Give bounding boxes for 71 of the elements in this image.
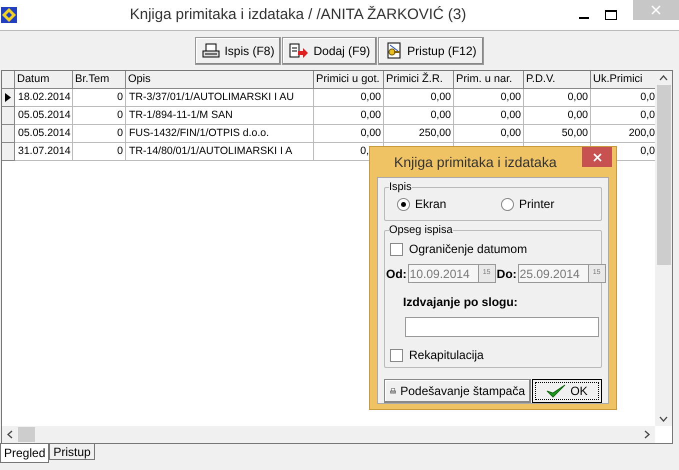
table-cell: 0,00: [314, 89, 384, 107]
table-cell: 0,00: [454, 89, 524, 107]
tab[interactable]: Pristup: [49, 444, 95, 460]
printer-icon: [202, 42, 220, 58]
group-title: Ispis: [389, 180, 412, 194]
column-header[interactable]: Uk.Primici: [591, 71, 655, 89]
table-cell: 18.02.2014: [15, 89, 73, 107]
toolbar-button[interactable]: Pristup (F12): [378, 36, 484, 64]
checkbox[interactable]: [390, 348, 403, 362]
checkbox-label[interactable]: Ograničenje datumom: [409, 240, 528, 258]
column-header[interactable]: Primici u got.: [314, 71, 384, 89]
filter-label: Izdvajanje po slogu:: [403, 294, 519, 311]
scroll-right-icon[interactable]: [644, 430, 650, 439]
toolbar-button[interactable]: Ispis (F8): [195, 36, 282, 64]
checkbox[interactable]: [390, 242, 403, 256]
table-cell: 0,00: [384, 89, 454, 107]
table-cell: 0: [73, 107, 126, 125]
group-title: Opseg ispisa: [389, 223, 453, 237]
horizontal-scroll-thumb[interactable]: [18, 427, 35, 442]
column-header[interactable]: Datum: [15, 71, 73, 89]
table-cell: 05.05.2014: [15, 107, 73, 125]
input-field[interactable]: [405, 317, 599, 337]
column-header[interactable]: Opis: [126, 71, 314, 89]
printer-setup-button[interactable]: Podešavanje štampača: [384, 379, 531, 403]
scroll-left-icon[interactable]: [7, 430, 13, 439]
date-label: Od:: [385, 266, 407, 282]
table-cell: 0,00: [314, 125, 384, 143]
column-header[interactable]: Br.Tem: [73, 71, 126, 89]
table-cell: FUS-1432/FIN/1/OTPIS d.o.o.: [126, 125, 314, 143]
table-cell: 0,00: [454, 125, 524, 143]
window-title: Knjiga primitaka i izdataka / /ANITA ŽARKOVIĆ (3): [128, 4, 468, 25]
ok-button[interactable]: OK: [532, 379, 602, 403]
app-logo-icon: [1, 7, 17, 23]
radio-button[interactable]: [397, 198, 410, 210]
document-key-icon: [385, 42, 404, 60]
radio-button[interactable]: [501, 198, 514, 210]
dialog-title: Knjiga primitaka i izdataka: [394, 152, 558, 172]
date-label: Do:: [496, 266, 517, 282]
toolbar-button[interactable]: Dodaj (F9): [282, 36, 378, 64]
table-cell: 31.07.2014: [15, 143, 73, 161]
column-header[interactable]: P.D.V.: [524, 71, 591, 89]
tab[interactable]: Pregled: [0, 443, 50, 463]
table-cell: 0: [73, 89, 126, 107]
table-cell: 0,00: [454, 107, 524, 125]
document-arrow-icon: [289, 42, 310, 58]
table-cell: TR-3/37/01/1/AUTOLIMARSKI I AU: [126, 89, 314, 107]
table-cell: 0,00: [314, 107, 384, 125]
table-cell: 0: [73, 125, 126, 143]
table-cell: 0,00: [524, 107, 591, 125]
scroll-down-icon[interactable]: [659, 416, 668, 422]
table-cell: 0,00: [384, 107, 454, 125]
table-cell: 0: [73, 143, 126, 161]
row-pointer-icon: [5, 93, 11, 102]
radio-label[interactable]: Ekran: [415, 195, 446, 213]
table-cell: TR-1/894-11-1/M SAN: [126, 107, 314, 125]
row-selector[interactable]: [2, 89, 15, 107]
table-cell: 0,00: [524, 89, 591, 107]
maximize-icon[interactable]: [605, 10, 617, 20]
checkmark-icon: [546, 384, 566, 398]
close-icon: [651, 5, 661, 15]
close-button[interactable]: [582, 147, 612, 167]
column-header[interactable]: Prim. u nar.: [454, 71, 524, 89]
scroll-up-icon[interactable]: [659, 75, 668, 81]
table-cell: 50,00: [524, 125, 591, 143]
close-icon: [592, 152, 602, 162]
radio-label[interactable]: Printer: [519, 195, 554, 213]
checkbox-label[interactable]: Rekapitulacija: [409, 346, 484, 364]
column-header[interactable]: Primici Ž.R.: [384, 71, 454, 89]
table-cell: 05.05.2014: [15, 125, 73, 143]
table-cell: 250,00: [384, 125, 454, 143]
table-cell: TR-14/80/01/1/AUTOLIMARSKI I A: [126, 143, 314, 161]
